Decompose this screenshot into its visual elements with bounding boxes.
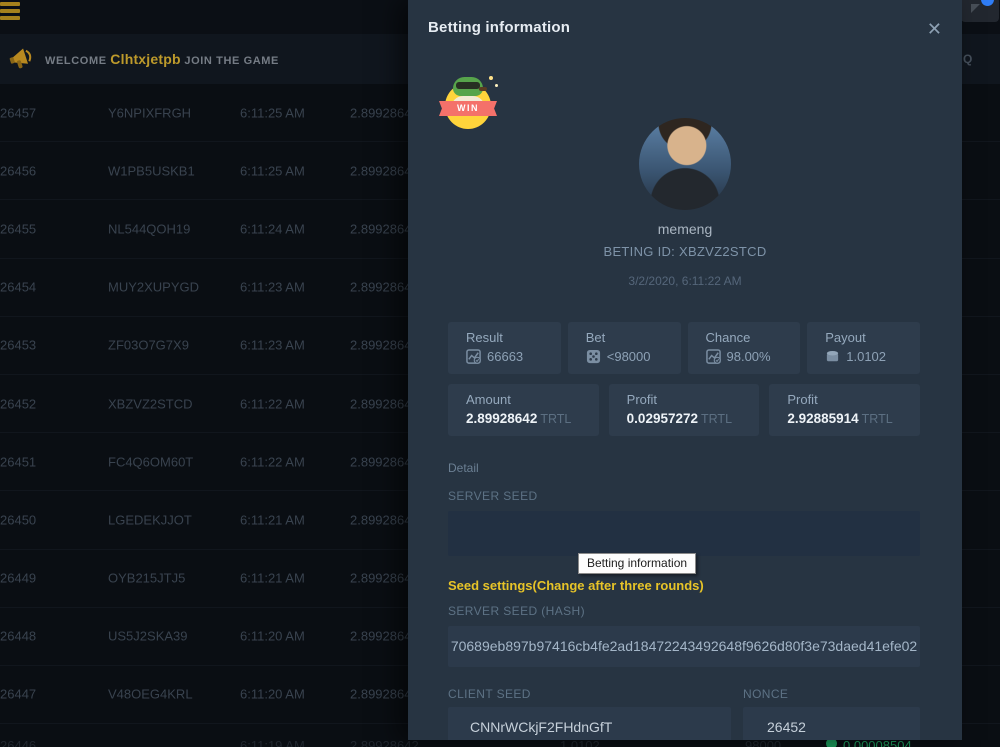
bet-time-cell: 6:11:24 AM	[240, 221, 305, 236]
sparkle-icon	[495, 84, 498, 87]
server-seed-hash-label: SERVER SEED (HASH)	[448, 604, 585, 618]
client-seed-field[interactable]: CNNrWCkjF2FHdnGfT	[448, 707, 731, 740]
seed-settings-note: Seed settings(Change after three rounds)	[448, 578, 704, 593]
bet-player-cell: OYB215JTJ5	[108, 571, 185, 586]
bet-id-cell: 26446	[0, 738, 36, 747]
bet-id-cell: 26449	[0, 571, 36, 586]
stat-value: 1.0102	[846, 349, 886, 364]
bet-id-cell: 26453	[0, 338, 36, 353]
bet-player-cell: XBZVZ2STCD	[108, 396, 193, 411]
bet-player-cell: ZF03O7G7X9	[108, 338, 189, 353]
tooltip: Betting information	[578, 553, 696, 574]
amount-value: 2.89928642	[466, 411, 537, 426]
welcome-username: Clhtxjetpb	[110, 51, 180, 67]
bet-player-cell: NL544QOH19	[108, 221, 190, 236]
stat-label: Bet	[586, 330, 681, 345]
app-root: WELCOME Clhtxjetpb JOIN THE GAME Q 26457…	[0, 0, 1000, 747]
win-ribbon: WIN	[439, 101, 497, 116]
stat-label: Payout	[825, 330, 920, 345]
bet-time-cell: 6:11:20 AM	[240, 629, 305, 644]
bet-time-cell: 6:11:25 AM	[240, 163, 305, 178]
chart-check-icon	[466, 349, 481, 364]
chart-check-icon	[706, 349, 721, 364]
stat-box-result: Result 66663	[448, 322, 561, 374]
profit-total-box: Profit 2.92885914 TRTL	[769, 384, 920, 436]
bet-player-cell: US5J2SKA39	[108, 629, 188, 644]
stat-box-payout: Payout 1.0102	[807, 322, 920, 374]
profit-value: 2.92885914	[787, 411, 858, 426]
currency-unit: TRTL	[701, 412, 732, 426]
bet-id-cell: 26455	[0, 221, 36, 236]
profit-label: Profit	[787, 392, 920, 407]
bet-player-cell: FC4Q6OM60T	[108, 454, 193, 469]
corner-arrow-icon	[968, 1, 982, 15]
stat-label: Result	[466, 330, 561, 345]
welcome-suffix: JOIN THE GAME	[184, 55, 279, 67]
profit-box: Profit 0.02957272TRTL	[609, 384, 760, 436]
sparkle-icon	[489, 76, 493, 80]
bet-player-cell: MUY2XUPYGD	[108, 280, 199, 295]
close-icon[interactable]: ✕	[923, 17, 946, 42]
currency-unit: TRTL	[540, 412, 571, 426]
bet-player-cell: V48OEG4KRL	[108, 687, 193, 702]
coins-icon	[825, 349, 840, 364]
player-name: memeng	[408, 221, 962, 237]
bet-time-cell: 6:11:21 AM	[240, 571, 305, 586]
megaphone-icon	[8, 43, 38, 73]
nonce-field[interactable]: 26452	[743, 707, 920, 740]
client-seed-label: CLIENT SEED	[448, 687, 531, 701]
betting-id: BETING ID: XBZVZ2STCD	[408, 244, 962, 259]
nonce-label: NONCE	[743, 687, 788, 701]
faq-link-partial[interactable]: Q	[963, 52, 972, 66]
welcome-message: WELCOME Clhtxjetpb JOIN THE GAME	[45, 34, 279, 84]
bet-id-cell: 26450	[0, 512, 36, 527]
bet-id-cell: 26452	[0, 396, 36, 411]
avatar[interactable]	[639, 118, 731, 210]
server-seed-hash-field[interactable]: 70689eb897b97416cb4fe2ad18472243492648f9…	[448, 626, 920, 667]
bet-time-cell: 6:11:23 AM	[240, 338, 305, 353]
welcome-prefix: WELCOME	[45, 55, 110, 67]
win-badge: WIN	[436, 74, 500, 130]
amounts-row: Amount 2.89928642TRTL Profit 0.02957272T…	[448, 384, 920, 436]
bet-id-cell: 26447	[0, 687, 36, 702]
header-action-button[interactable]	[961, 0, 999, 22]
bet-time-cell: 6:11:23 AM	[240, 280, 305, 295]
server-seed-field[interactable]	[448, 511, 920, 556]
bet-id-cell: 26454	[0, 280, 36, 295]
stat-value: 98.00%	[727, 349, 771, 364]
stat-value: 66663	[487, 349, 523, 364]
bet-id-cell: 26451	[0, 454, 36, 469]
bet-player-cell: W1PB5USKB1	[108, 163, 195, 178]
bet-time-cell: 6:11:22 AM	[240, 396, 305, 411]
bet-time-cell: 6:11:20 AM	[240, 687, 305, 702]
stat-label: Chance	[706, 330, 801, 345]
betting-information-modal: Betting information ✕ WIN memeng BETING …	[408, 0, 962, 740]
bet-time-cell: 6:11:19 AM	[240, 738, 305, 747]
server-seed-label: SERVER SEED	[448, 489, 538, 503]
cigar-icon	[479, 87, 487, 91]
stats-row: Result 66663 Bet	[448, 322, 920, 374]
stat-box-chance: Chance 98.00%	[688, 322, 801, 374]
currency-unit: TRTL	[862, 412, 893, 426]
bet-timestamp: 3/2/2020, 6:11:22 AM	[408, 274, 962, 288]
bet-player-cell: LGEDEKJJOT	[108, 512, 192, 527]
bet-time-cell: 6:11:25 AM	[240, 105, 305, 120]
amount-label: Amount	[466, 392, 599, 407]
bet-time-cell: 6:11:22 AM	[240, 454, 305, 469]
detail-label: Detail	[448, 461, 479, 475]
bet-id-cell: 26457	[0, 105, 36, 120]
profit-label: Profit	[627, 392, 760, 407]
bet-id-cell: 26456	[0, 163, 36, 178]
bet-id-cell: 26448	[0, 629, 36, 644]
profit-value: 0.02957272	[627, 411, 698, 426]
amount-box: Amount 2.89928642TRTL	[448, 384, 599, 436]
dice-icon	[586, 349, 601, 364]
stat-box-bet: Bet <98000	[568, 322, 681, 374]
bet-time-cell: 6:11:21 AM	[240, 512, 305, 527]
sunglasses-icon	[456, 82, 480, 89]
bet-player-cell: Y6NPIXFRGH	[108, 105, 191, 120]
hamburger-menu-icon[interactable]	[0, 2, 22, 24]
modal-title: Betting information	[428, 19, 570, 36]
stat-value: <98000	[607, 349, 651, 364]
